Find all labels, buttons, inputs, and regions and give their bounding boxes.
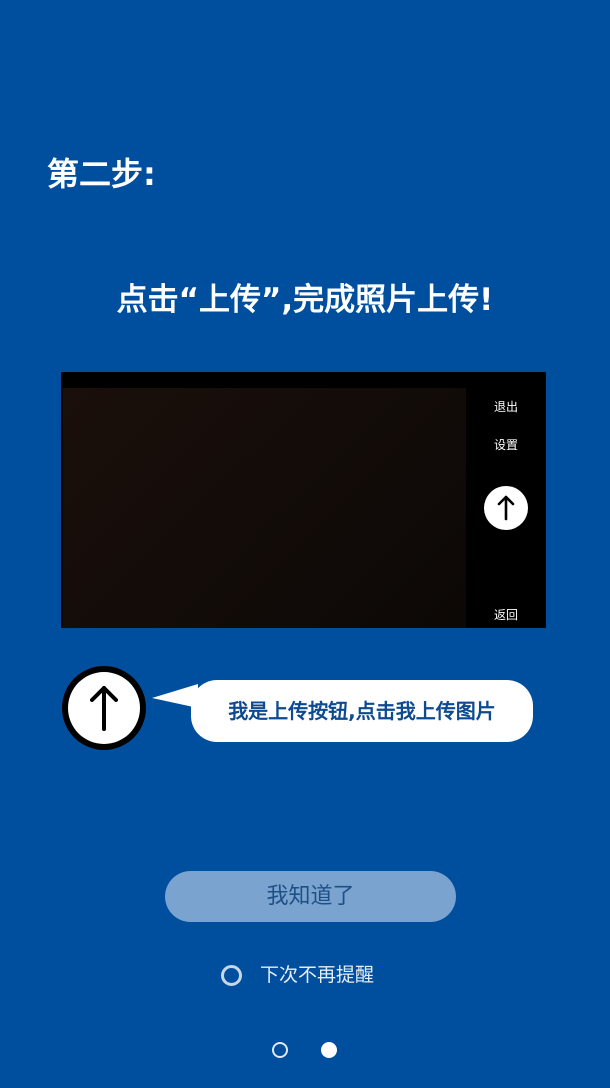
camera-settings-label: 设置 — [493, 438, 518, 452]
speech-bubble: 我是上传按钮,点击我上传图片 — [191, 680, 533, 742]
camera-back-label: 返回 — [493, 608, 518, 622]
guide-overlay: 第二步: 点击“上传”,完成照片上传! 退出 设置 返回 我是上传按钮,点击我上… — [0, 0, 610, 1088]
upload-arrow-icon — [62, 666, 146, 750]
camera-side-panel: 退出 设置 返回 — [466, 372, 546, 628]
radio-circle-icon[interactable] — [221, 964, 242, 986]
step-title: 第二步: — [47, 155, 156, 193]
page-dot-1[interactable] — [272, 1042, 288, 1058]
camera-viewfinder — [63, 388, 466, 628]
camera-preview-illustration: 退出 设置 返回 — [61, 372, 546, 628]
callout-text: 我是上传按钮,点击我上传图片 — [228, 699, 496, 723]
page-dot-2[interactable] — [321, 1042, 337, 1058]
instruction-text: 点击“上传”,完成照片上传! — [116, 282, 494, 318]
dont-remind-label: 下次不再提醒 — [260, 964, 375, 986]
got-it-button[interactable]: 我知道了 — [165, 871, 456, 922]
upload-arrow-icon — [484, 486, 528, 530]
dont-remind-checkbox[interactable]: 下次不再提醒 — [221, 960, 374, 990]
camera-exit-label: 退出 — [493, 400, 518, 414]
